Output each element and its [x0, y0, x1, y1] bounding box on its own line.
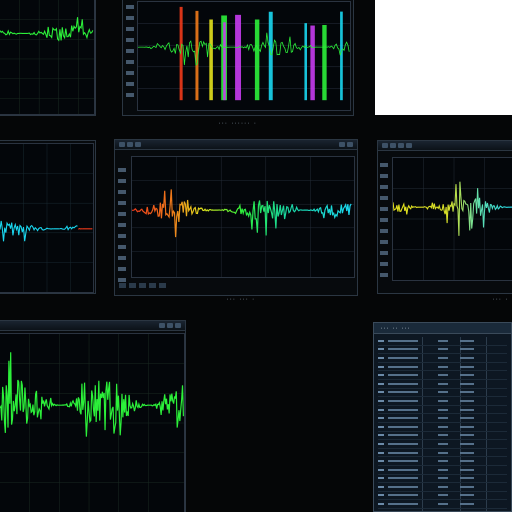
list-row [378, 389, 507, 398]
bottom-left-waveform [0, 352, 184, 437]
spectrum-bar [179, 6, 183, 101]
bottom-left-waveform-svg [0, 334, 184, 512]
mid-left-waveform-tail [78, 227, 93, 230]
list-row [378, 346, 507, 355]
mid-left-plot [0, 143, 94, 293]
mid-center-footnote: ··· ··· · [226, 297, 255, 303]
bottom-right-data-list: ··· ·· ··· [373, 322, 512, 512]
list-row [378, 414, 507, 423]
top-center-footnote: ··· ······ · [218, 121, 257, 127]
bottom-left-waveform-panel [0, 320, 186, 512]
spectrum-bar [268, 11, 273, 101]
list-row [378, 475, 507, 484]
mid-center-waveform [132, 189, 352, 238]
spectrum-bar [304, 23, 308, 101]
mid-right-waveform [393, 181, 512, 236]
mid-left-waveform-svg [0, 144, 93, 292]
blank-white-panel [375, 0, 512, 115]
list-row [378, 371, 507, 380]
spectrum-bar [310, 25, 315, 101]
list-row [378, 500, 507, 509]
mid-center-waveform-svg [132, 157, 354, 277]
top-center-bars [179, 6, 343, 101]
list-row [378, 406, 507, 415]
mid-center-waveform-panel [114, 139, 358, 296]
top-center-spectrum-panel [122, 0, 354, 116]
top-center-y-ticks [126, 5, 136, 104]
list-row [378, 466, 507, 475]
top-left-plot [0, 0, 95, 115]
bottom-right-list-rows [378, 337, 507, 511]
mid-center-bottom-toolbar [115, 282, 357, 290]
mid-right-footnote: ··· · [492, 297, 509, 303]
list-row [378, 380, 507, 389]
mid-left-waveform [0, 220, 78, 242]
mid-center-y-ticks [118, 168, 128, 289]
mid-right-waveform-panel [377, 140, 512, 294]
list-row [378, 423, 507, 432]
list-row [378, 354, 507, 363]
bottom-left-plot [0, 333, 185, 512]
list-row [378, 457, 507, 466]
list-row [378, 483, 507, 492]
list-row [378, 363, 507, 372]
top-left-waveform-panel [0, 0, 96, 116]
spectrum-bar [254, 19, 260, 101]
mid-right-waveform-svg [393, 158, 512, 280]
top-left-waveform [0, 17, 94, 42]
top-center-waveform [138, 32, 350, 66]
spectrum-bar [322, 24, 327, 101]
bottom-right-list-header: ··· ·· ··· [374, 323, 511, 334]
top-center-plot [137, 1, 351, 111]
spectrum-bar [235, 14, 242, 101]
mid-center-titlebar [115, 140, 357, 150]
list-row [378, 337, 507, 346]
mid-right-plot [392, 157, 512, 281]
spectrum-bar [340, 11, 343, 101]
top-center-spectrum-svg [138, 6, 350, 101]
list-row [378, 449, 507, 458]
list-row [378, 492, 507, 501]
spectrum-bar [209, 19, 213, 101]
bottom-left-titlebar [0, 321, 185, 331]
top-left-waveform-svg [0, 0, 94, 114]
mid-right-titlebar [378, 141, 512, 151]
mid-right-y-ticks [380, 163, 390, 284]
list-row [378, 440, 507, 449]
spectrum-bar [223, 22, 226, 101]
list-row [378, 397, 507, 406]
mid-left-waveform-panel [0, 140, 96, 294]
mid-center-plot [131, 156, 355, 278]
list-row [378, 432, 507, 441]
